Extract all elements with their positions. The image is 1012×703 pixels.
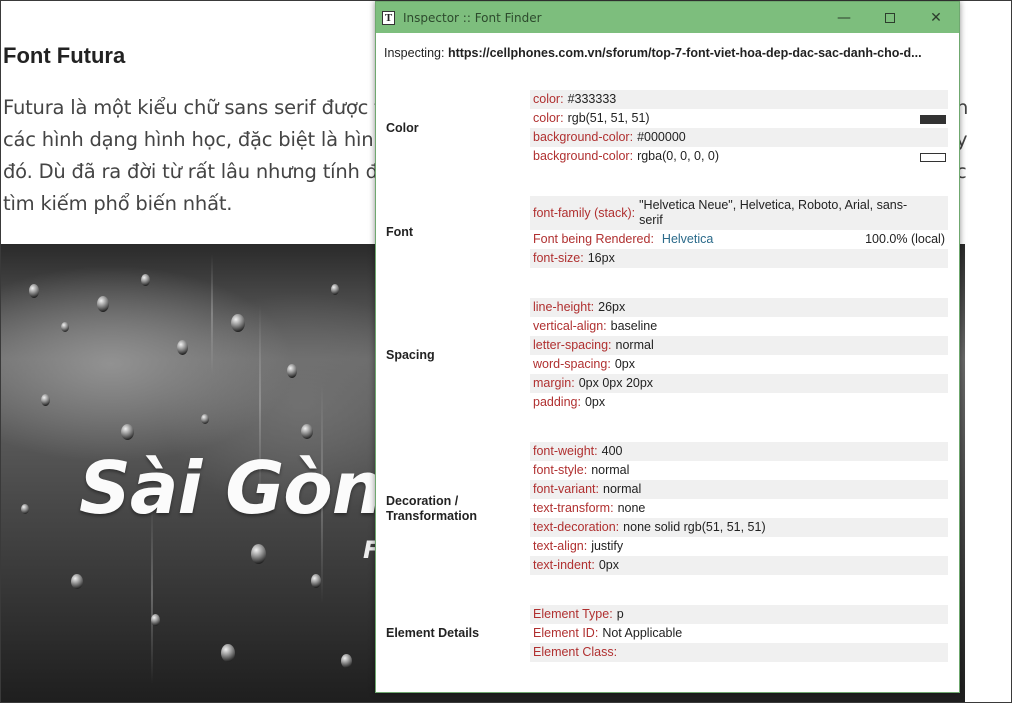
color-swatch: [920, 115, 946, 124]
section-spacing-label: Spacing: [386, 348, 435, 362]
section-decoration-label: Decoration / Transformation: [386, 494, 477, 523]
inspector-window: T Inspector :: Font Finder — ✕ Inspectin…: [375, 1, 960, 693]
maximize-button[interactable]: [867, 2, 913, 33]
inspecting-url[interactable]: https://cellphones.com.vn/sforum/top-7-f…: [448, 46, 922, 60]
prop-row: Element Type: p: [530, 605, 948, 624]
prop-row: letter-spacing: normal: [530, 336, 948, 355]
prop-row: color: rgb(51, 51, 51): [530, 109, 948, 128]
prop-row: text-decoration: none solid rgb(51, 51, 5…: [530, 518, 948, 537]
section-color-label: Color: [386, 121, 419, 135]
prop-row: text-align: justify: [533, 539, 624, 553]
maximize-icon: [885, 12, 895, 23]
article-line-4: tìm kiếm phổ biến nhất.: [3, 192, 233, 215]
prop-row: margin: 0px 0px 20px: [530, 374, 948, 393]
prop-row-font-family: font-family (stack):"Helvetica Neue", He…: [530, 196, 948, 230]
prop-row: line-height: 26px: [530, 298, 948, 317]
article-line-2: các hình dạng hình học, đặc biệt là hình…: [3, 128, 400, 151]
prop-row: color: #333333: [530, 90, 948, 109]
prop-row: background-color: rgba(0, 0, 0, 0): [530, 147, 948, 166]
prop-row: font-style: normal: [533, 463, 630, 477]
prop-row-font-rendered: Font being Rendered: Helvetica 100.0% (lo…: [533, 232, 945, 246]
prop-row: Element ID: Not Applicable: [533, 626, 683, 640]
prop-row: text-indent: 0px: [530, 556, 948, 575]
minimize-button[interactable]: —: [821, 2, 867, 33]
close-button[interactable]: ✕: [913, 2, 959, 33]
section-font-label: Font: [386, 225, 414, 239]
prop-row: vertical-align: baseline: [533, 319, 658, 333]
inspector-titlebar[interactable]: T Inspector :: Font Finder — ✕: [376, 2, 959, 33]
prop-row: text-transform: none: [533, 501, 646, 515]
prop-row: Element Class:: [530, 643, 948, 662]
prop-row-font-size: font-size: 16px: [530, 249, 948, 268]
inspecting-line: Inspecting: https://cellphones.com.vn/sf…: [384, 46, 954, 60]
prop-row: word-spacing: 0px: [533, 357, 635, 371]
article-line-1: Futura là một kiểu chữ sans serif được t…: [3, 96, 400, 119]
prop-row: font-weight: 400: [530, 442, 948, 461]
background-swatch: [920, 153, 946, 162]
prop-row: font-variant: normal: [530, 480, 948, 499]
window-title: Inspector :: Font Finder: [403, 10, 542, 25]
prop-row: background-color: #000000: [530, 128, 948, 147]
section-element-label: Element Details: [386, 626, 480, 640]
article-line-3: đó. Dù đã ra đời từ rất lâu nhưng tính đ…: [3, 160, 390, 183]
text-t-icon: T: [382, 10, 395, 25]
hero-title: Sài Gòn: [79, 446, 383, 530]
prop-row: padding: 0px: [533, 395, 606, 409]
article-heading: Font Futura: [3, 43, 126, 68]
inspecting-label: Inspecting:: [384, 46, 445, 60]
rendered-font-link[interactable]: Helvetica: [662, 232, 713, 246]
